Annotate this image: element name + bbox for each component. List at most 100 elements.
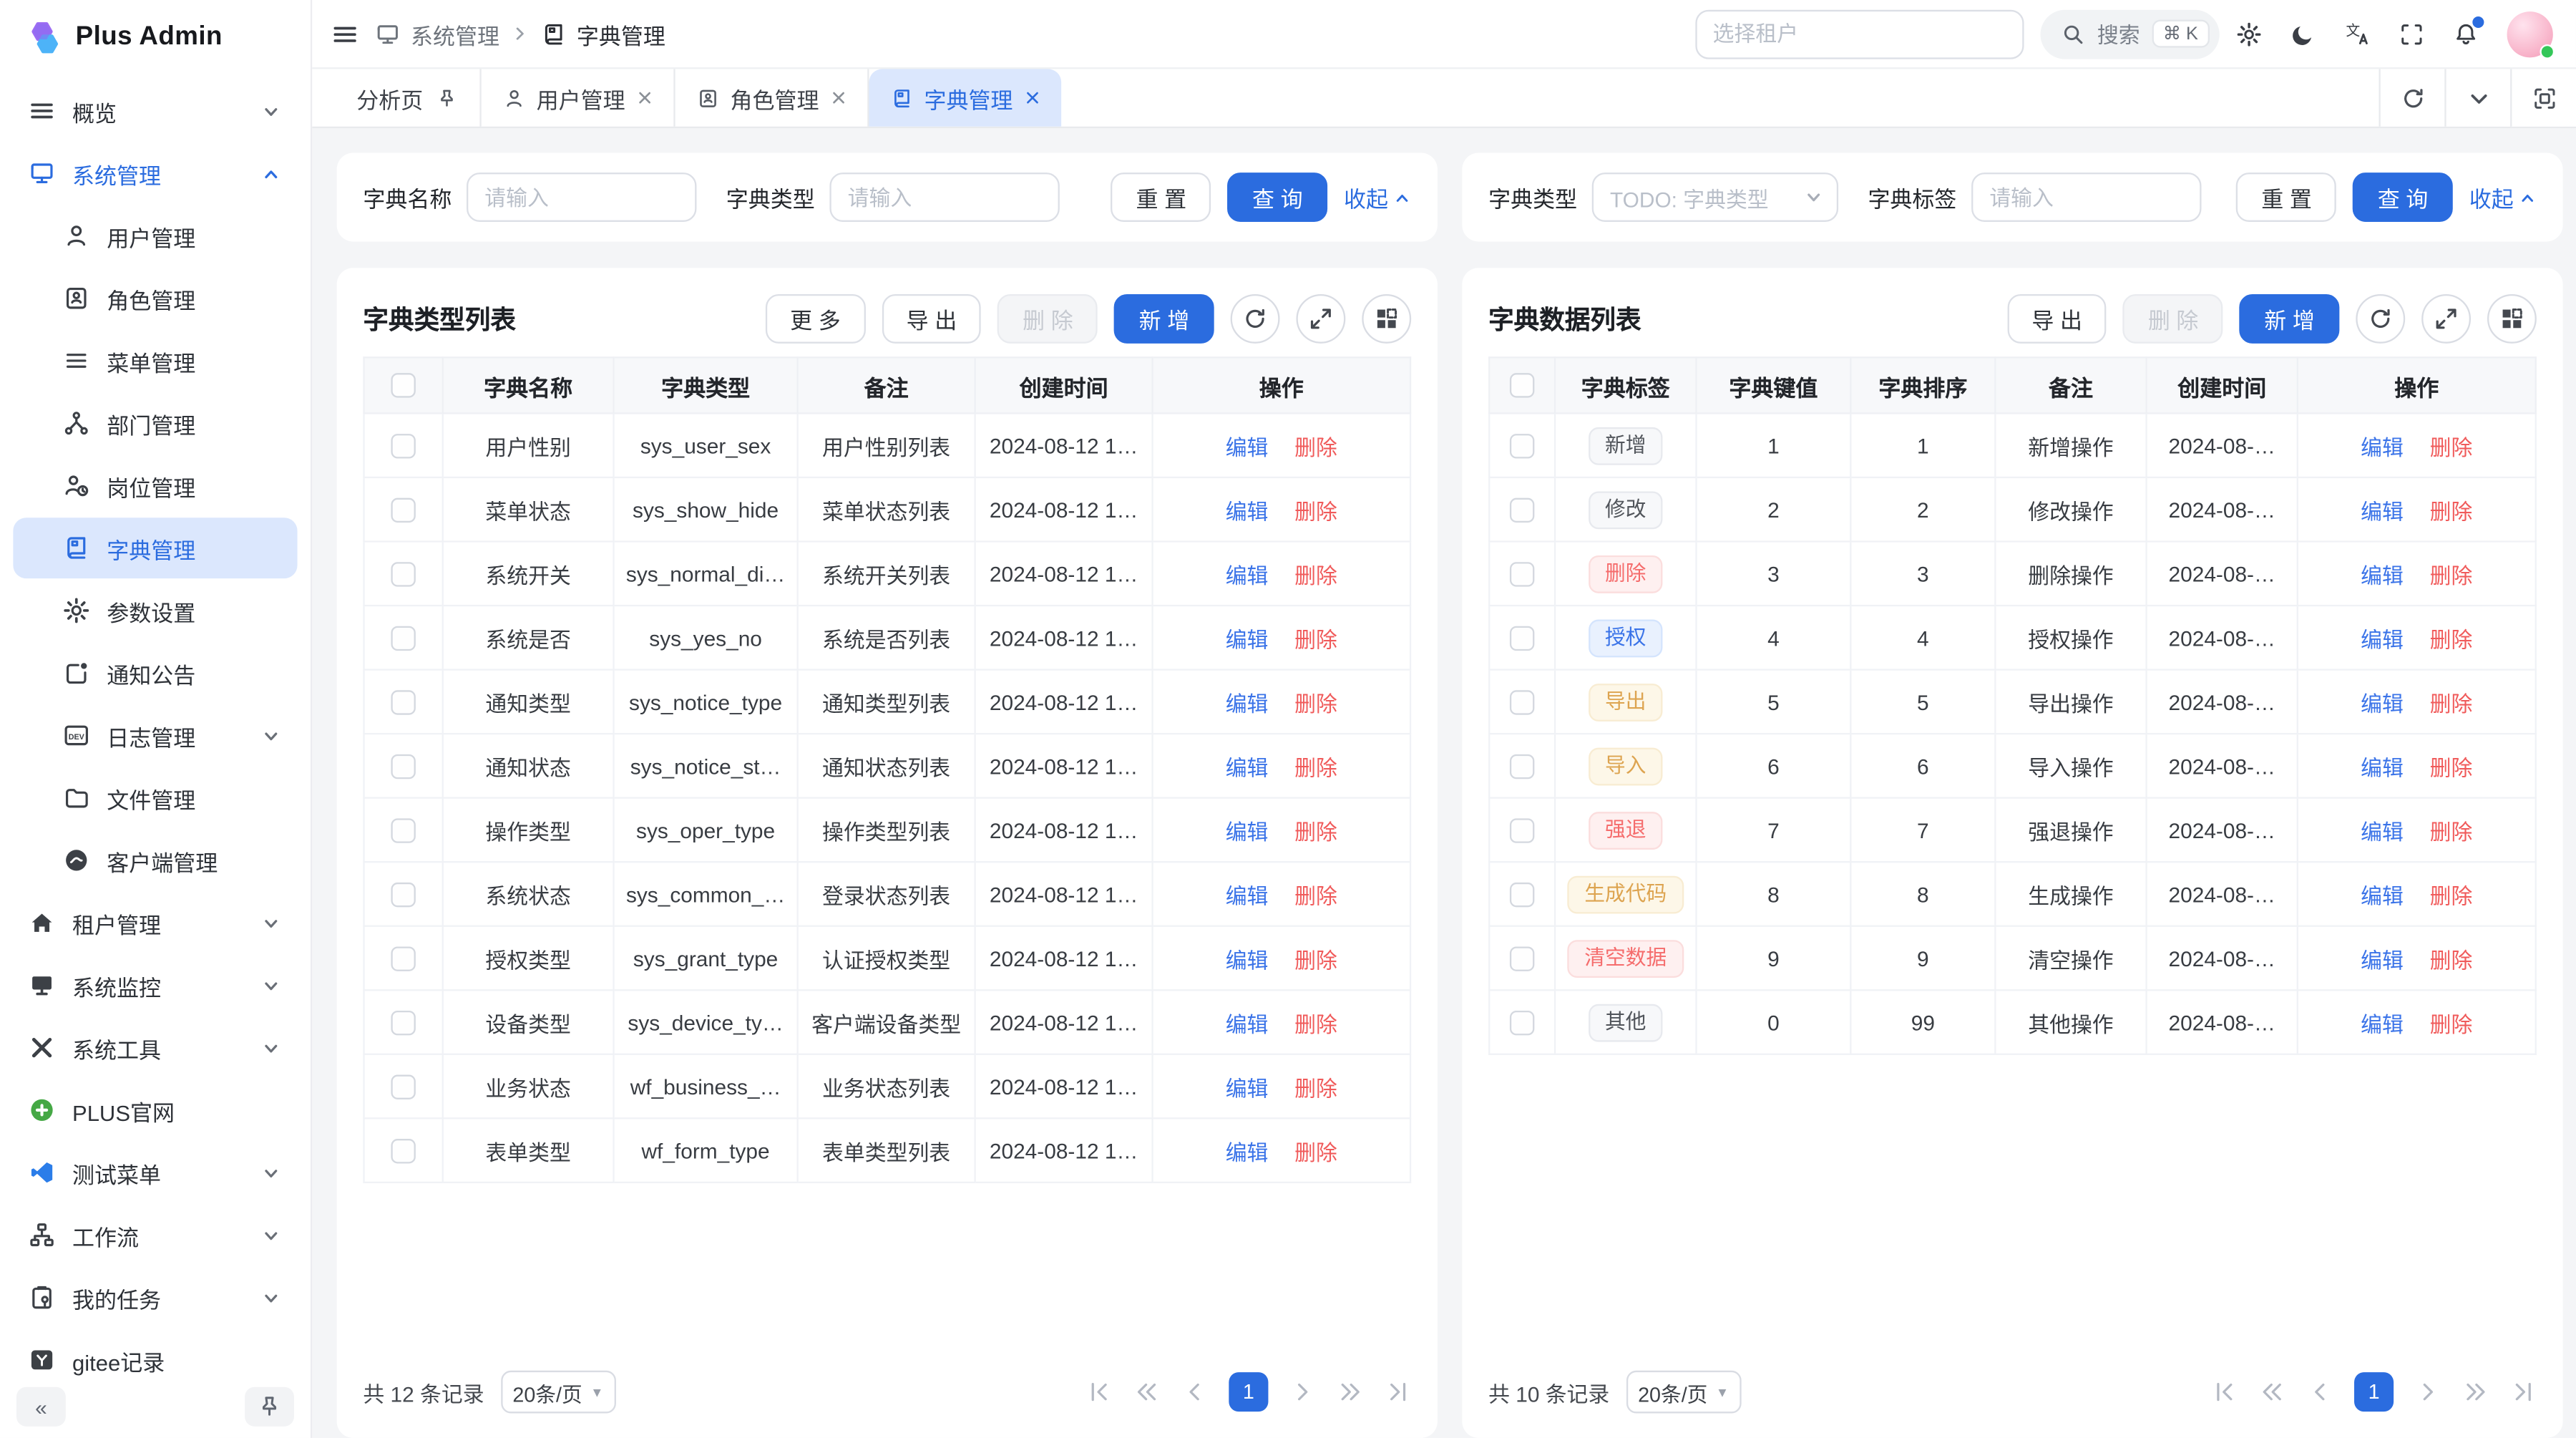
- row-checkbox[interactable]: [391, 498, 415, 523]
- edit-link[interactable]: 编辑: [2361, 1011, 2404, 1036]
- delete-link[interactable]: 删除: [2430, 820, 2473, 844]
- dict-label-input[interactable]: [1971, 173, 2201, 222]
- delete-link[interactable]: 删除: [1294, 883, 1337, 908]
- close-icon[interactable]: [1024, 90, 1039, 105]
- table-columns-button[interactable]: [1362, 294, 1411, 344]
- dict-type-select[interactable]: TODO: 字典类型: [1592, 173, 1838, 222]
- sidebar-item-岗位管理[interactable]: 岗位管理: [13, 455, 297, 516]
- sidebar-item-工作流[interactable]: 工作流: [13, 1205, 297, 1265]
- row-checkbox[interactable]: [391, 1011, 415, 1035]
- row-checkbox[interactable]: [391, 562, 415, 586]
- delete-link[interactable]: 删除: [2430, 948, 2473, 972]
- collapse-search-link[interactable]: 收起: [2469, 181, 2537, 214]
- sidebar-item-客户端管理[interactable]: 客户端管理: [13, 830, 297, 890]
- row-checkbox[interactable]: [1510, 498, 1534, 523]
- delete-link[interactable]: 删除: [1294, 1076, 1337, 1100]
- query-button[interactable]: 查 询: [1228, 173, 1328, 222]
- delete-link[interactable]: 删除: [1294, 820, 1337, 844]
- edit-link[interactable]: 编辑: [2361, 627, 2404, 651]
- table-refresh-button[interactable]: [2356, 294, 2405, 344]
- tab-user-management[interactable]: 用户管理: [481, 69, 675, 126]
- row-checkbox[interactable]: [391, 1139, 415, 1163]
- sidebar-item-gitee记录[interactable]: gitee记录: [13, 1329, 297, 1375]
- row-checkbox[interactable]: [1510, 626, 1534, 651]
- edit-link[interactable]: 编辑: [2361, 755, 2404, 779]
- select-all-checkbox[interactable]: [1510, 374, 1534, 398]
- sidebar-item-部门管理[interactable]: 部门管理: [13, 393, 297, 454]
- current-page[interactable]: 1: [1229, 1372, 1268, 1412]
- page-size-select[interactable]: 20条/页 ▼: [501, 1371, 616, 1414]
- edit-link[interactable]: 编辑: [2361, 499, 2404, 523]
- delete-link[interactable]: 删除: [2430, 627, 2473, 651]
- edit-link[interactable]: 编辑: [2361, 563, 2404, 587]
- edit-link[interactable]: 编辑: [1226, 1076, 1269, 1100]
- edit-link[interactable]: 编辑: [1226, 563, 1269, 587]
- edit-link[interactable]: 编辑: [2361, 883, 2404, 908]
- sidebar-item-系统管理[interactable]: 系统管理: [13, 143, 297, 204]
- close-icon[interactable]: [831, 90, 846, 105]
- collapse-search-link[interactable]: 收起: [1344, 181, 1411, 214]
- row-checkbox[interactable]: [1510, 690, 1534, 714]
- sidebar-item-日志管理[interactable]: DEV日志管理: [13, 705, 297, 766]
- sidebar-item-测试菜单[interactable]: 测试菜单: [13, 1142, 297, 1203]
- delete-link[interactable]: 删除: [1294, 691, 1337, 715]
- last-page-button[interactable]: [2510, 1379, 2537, 1405]
- settings-button[interactable]: [2236, 21, 2263, 47]
- row-checkbox[interactable]: [391, 626, 415, 651]
- row-checkbox[interactable]: [1510, 883, 1534, 907]
- dict-type-input[interactable]: [829, 173, 1059, 222]
- sidebar-collapse-button[interactable]: «: [16, 1387, 66, 1427]
- delete-link[interactable]: 删除: [2430, 883, 2473, 908]
- sidebar-item-系统工具[interactable]: 系统工具: [13, 1017, 297, 1078]
- row-checkbox[interactable]: [1510, 434, 1534, 458]
- tab-analysis[interactable]: 分析页: [335, 69, 480, 126]
- sidebar-item-角色管理[interactable]: 角色管理: [13, 268, 297, 329]
- sidebar-pin-button[interactable]: [245, 1387, 294, 1427]
- table-refresh-button[interactable]: [1231, 294, 1280, 344]
- table-columns-button[interactable]: [2487, 294, 2537, 344]
- row-checkbox[interactable]: [391, 754, 415, 779]
- notifications-button[interactable]: [2453, 21, 2479, 47]
- current-page[interactable]: 1: [2354, 1372, 2394, 1412]
- edit-link[interactable]: 编辑: [1226, 755, 1269, 779]
- row-checkbox[interactable]: [1510, 818, 1534, 842]
- edit-link[interactable]: 编辑: [1226, 627, 1269, 651]
- dark-mode-button[interactable]: [2290, 21, 2316, 47]
- select-all-checkbox[interactable]: [391, 374, 415, 398]
- edit-link[interactable]: 编辑: [2361, 820, 2404, 844]
- tab-role-management[interactable]: 角色管理: [674, 69, 868, 126]
- delete-link[interactable]: 删除: [2430, 1011, 2473, 1036]
- delete-link[interactable]: 删除: [1294, 948, 1337, 972]
- edit-link[interactable]: 编辑: [1226, 434, 1269, 459]
- delete-link[interactable]: 删除: [1294, 434, 1337, 459]
- delete-link[interactable]: 删除: [1294, 563, 1337, 587]
- sidebar-item-参数设置[interactable]: 参数设置: [13, 580, 297, 641]
- edit-link[interactable]: 编辑: [1226, 820, 1269, 844]
- edit-link[interactable]: 编辑: [1226, 1011, 1269, 1036]
- edit-link[interactable]: 编辑: [1226, 883, 1269, 908]
- reset-button[interactable]: 重 置: [2237, 173, 2337, 222]
- sidebar-item-系统监控[interactable]: 系统监控: [13, 955, 297, 1016]
- language-button[interactable]: 文: [2344, 21, 2371, 47]
- next-page-button[interactable]: [2415, 1379, 2441, 1405]
- delete-link[interactable]: 删除: [2430, 499, 2473, 523]
- forward-pages-button[interactable]: [1337, 1379, 1364, 1405]
- row-checkbox[interactable]: [391, 947, 415, 971]
- delete-link[interactable]: 删除: [2430, 563, 2473, 587]
- row-checkbox[interactable]: [391, 1075, 415, 1099]
- edit-link[interactable]: 编辑: [1226, 1140, 1269, 1164]
- sidebar-item-文件管理[interactable]: 文件管理: [13, 767, 297, 828]
- row-checkbox[interactable]: [1510, 1011, 1534, 1035]
- hamburger-menu-button[interactable]: [332, 21, 358, 47]
- row-checkbox[interactable]: [391, 434, 415, 458]
- delete-link[interactable]: 删除: [1294, 1011, 1337, 1036]
- refresh-page-button[interactable]: [2379, 69, 2444, 126]
- back-pages-button[interactable]: [1133, 1379, 1160, 1405]
- back-pages-button[interactable]: [2259, 1379, 2285, 1405]
- row-checkbox[interactable]: [1510, 754, 1534, 779]
- breadcrumb-item-dict[interactable]: 字典管理: [540, 17, 665, 50]
- edit-link[interactable]: 编辑: [1226, 499, 1269, 523]
- sidebar-item-概览[interactable]: 概览: [13, 80, 297, 141]
- sidebar-item-字典管理[interactable]: 字典管理: [13, 518, 297, 578]
- delete-link[interactable]: 删除: [1294, 499, 1337, 523]
